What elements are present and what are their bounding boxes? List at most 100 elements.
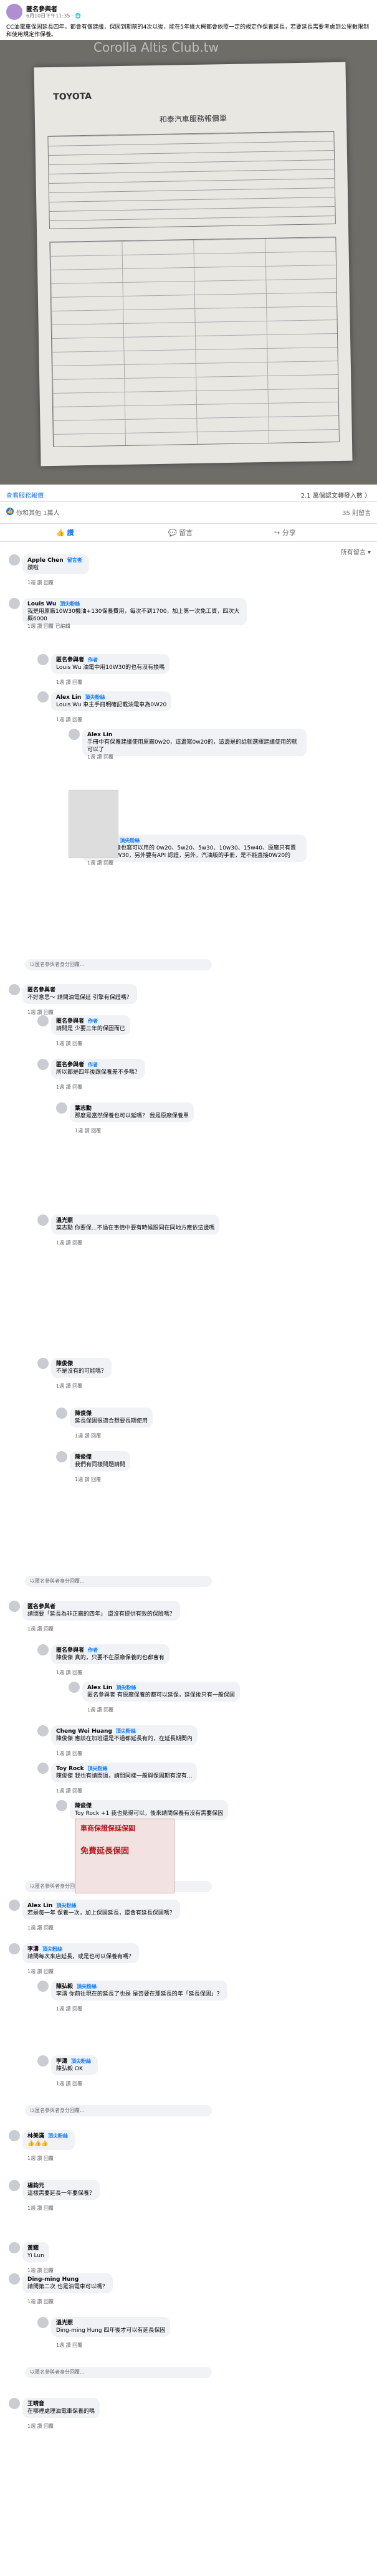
commenter-name[interactable]: Cheng Wei Huang 頂尖粉絲: [56, 1728, 193, 1735]
comment-actions[interactable]: 1週 讚 回覆: [27, 579, 54, 586]
sort-dropdown[interactable]: 所有留言 ▾: [341, 547, 371, 556]
commenter-name[interactable]: Alex Lin: [87, 731, 302, 739]
commenter-name[interactable]: 王晴音: [27, 2400, 95, 2408]
avatar[interactable]: [9, 2130, 20, 2141]
comment-actions[interactable]: 1週 讚 回覆: [87, 859, 113, 866]
avatar[interactable]: [9, 554, 20, 566]
avatar[interactable]: [56, 1102, 67, 1114]
commenter-name[interactable]: Louis Wu頂尖粉絲: [27, 600, 242, 608]
commenter-name[interactable]: Alex Lin 頂尖粉絲: [87, 1684, 235, 1692]
avatar[interactable]: [37, 1763, 49, 1774]
comment-actions[interactable]: 1週 讚 回覆: [27, 1626, 54, 1632]
poster-name[interactable]: 匿名參與者: [26, 4, 57, 13]
comment-actions[interactable]: 1週 讚 回覆: [75, 1432, 101, 1439]
commenter-name[interactable]: 陳弘毅 頂尖粉絲: [56, 1983, 222, 1991]
avatar[interactable]: [9, 598, 20, 609]
comment-actions[interactable]: 1週 讚 回覆: [56, 2080, 82, 2087]
avatar[interactable]: [37, 654, 49, 665]
commenter-name[interactable]: Louis Wu頂尖粉絲: [87, 837, 302, 845]
commenter-name[interactable]: Ding-ming Hung: [27, 2276, 108, 2283]
comment-actions[interactable]: 1週 讚 回覆: [27, 1925, 54, 1931]
avatar[interactable]: [56, 1408, 67, 1419]
comment-actions[interactable]: 1週 讚 回覆: [27, 2423, 54, 2430]
commenter-name[interactable]: Alex Lin 頂尖粉絲: [27, 1902, 175, 1910]
comment-actions[interactable]: 1週 讚 回覆: [56, 1750, 82, 1757]
commenter-name[interactable]: 匿名參與者 作者: [56, 1061, 140, 1069]
avatar[interactable]: [69, 729, 80, 740]
commenter-name[interactable]: 匿名參與者 作者: [56, 1647, 165, 1654]
comment-actions[interactable]: 1週 讚 回覆: [27, 2155, 54, 2162]
avatar[interactable]: [56, 1800, 67, 1811]
comment-actions[interactable]: 1週 讚 回覆: [56, 1788, 82, 1794]
avatar[interactable]: [9, 2273, 20, 2285]
comment-actions[interactable]: 1週 讚 回覆: [27, 2298, 54, 2305]
comment-actions[interactable]: 1週 讚 回覆: [27, 1968, 54, 1975]
avatar[interactable]: [37, 1059, 49, 1070]
avatar[interactable]: [9, 1943, 20, 1954]
commenter-name[interactable]: 楊鈞元: [27, 2182, 95, 2190]
comment-actions[interactable]: 1週 讚 回覆: [75, 1127, 101, 1134]
like-button[interactable]: 👍 讚: [56, 528, 74, 537]
comment-actions[interactable]: 1週 讚 回覆: [75, 1476, 101, 1483]
avatar[interactable]: [9, 2242, 20, 2253]
commenter-name[interactable]: 李濤 頂尖粉絲: [56, 2058, 93, 2065]
comment-actions[interactable]: 1週 讚 回覆: [87, 1707, 113, 1713]
comment-actions[interactable]: 1週 讚 回覆: [56, 1084, 82, 1091]
commenter-name[interactable]: 林美滿 頂尖粉絲: [27, 2133, 70, 2140]
avatar[interactable]: [37, 1015, 49, 1026]
avatar[interactable]: [9, 1900, 20, 1911]
commenter-name[interactable]: Apple Chen 留言者: [27, 557, 84, 564]
comment-actions[interactable]: 1週 讚 回覆: [56, 1383, 82, 1390]
reply-input[interactable]: 以匿名參與者身分回覆...: [25, 959, 212, 970]
avatar[interactable]: [37, 1644, 49, 1655]
avatar[interactable]: [9, 1601, 20, 1612]
post-timestamp[interactable]: 6月10日下午11:35 · 🌐: [26, 12, 81, 19]
avatar[interactable]: [37, 2055, 49, 2067]
commenter-name[interactable]: 匿名參與者 作者: [56, 656, 165, 664]
reply-input[interactable]: 以匿名參與者身分回覆...: [25, 1576, 212, 1587]
avatar[interactable]: [69, 1682, 80, 1693]
commenter-name[interactable]: 匿名參與者: [27, 1603, 175, 1611]
comment-actions[interactable]: 1週 讚 回覆: [56, 1040, 82, 1047]
comment-actions[interactable]: 1週 讚 回覆: [27, 2205, 54, 2212]
commenter-name[interactable]: 陳俊傑: [56, 1360, 107, 1368]
commenter-name[interactable]: 陳俊傑: [75, 1802, 223, 1810]
comments-count[interactable]: 35 則留言: [342, 508, 371, 517]
avatar[interactable]: [37, 1725, 49, 1736]
view-quote-link[interactable]: 查看服務報價: [6, 490, 44, 500]
shares-link[interactable]: 2.1 萬個認文轉發入數 〉: [301, 490, 371, 500]
comment-actions[interactable]: 1週 讚 回覆: [56, 1239, 82, 1246]
commenter-name[interactable]: 溫光照: [56, 2319, 165, 2327]
reply-input[interactable]: 以匿名參與者身分回覆...: [25, 2105, 212, 2116]
commenter-name[interactable]: 葉志勳: [75, 1105, 189, 1112]
avatar[interactable]: [37, 1215, 49, 1226]
post-photo[interactable]: TOYOTA 和泰汽車服務報價單 Corolla Altis Club.tw: [0, 40, 377, 485]
comment-actions[interactable]: 1週 讚 回覆 已編輯: [27, 623, 70, 630]
share-button[interactable]: ↪ 分享: [274, 528, 296, 537]
avatar[interactable]: [37, 1981, 49, 1992]
commenter-name[interactable]: Toy Rock 頂尖粉絲: [56, 1765, 192, 1773]
avatar[interactable]: [9, 2180, 20, 2191]
manual-page-image[interactable]: [69, 790, 118, 858]
avatar[interactable]: [37, 1358, 49, 1369]
comment-actions[interactable]: 1週 讚 回覆: [27, 1009, 54, 1016]
promo-image[interactable]: 車商保證保延保固 免費延長保固: [75, 1819, 174, 1893]
avatar[interactable]: [9, 2398, 20, 2409]
comment-actions[interactable]: 1週 讚 回覆: [56, 1669, 82, 1676]
avatar[interactable]: [56, 1451, 67, 1462]
comment-actions[interactable]: 1週 讚 回覆: [56, 716, 82, 723]
comment-actions[interactable]: 1週 讚 回覆: [87, 754, 113, 760]
avatar[interactable]: [37, 2317, 49, 2328]
likes-count[interactable]: 你和其他 1萬人: [16, 508, 60, 517]
commenter-name[interactable]: 匿名參與者 作者: [56, 1018, 125, 1025]
commenter-name[interactable]: 陳俊傑: [75, 1454, 125, 1461]
comment-actions[interactable]: 1週 讚 回覆: [56, 2005, 82, 2012]
avatar[interactable]: [9, 984, 20, 995]
commenter-name[interactable]: 陳俊傑: [75, 1410, 148, 1418]
commenter-name[interactable]: Alex Lin 頂尖粉絲: [56, 694, 166, 701]
comment-actions[interactable]: 1週 讚 回覆: [56, 2342, 82, 2349]
avatar[interactable]: [37, 691, 49, 703]
commenter-name[interactable]: 匿名參與者: [27, 987, 132, 994]
commenter-name[interactable]: 黃耀: [27, 2245, 44, 2252]
comment-actions[interactable]: 1週 讚 回覆: [56, 679, 82, 686]
